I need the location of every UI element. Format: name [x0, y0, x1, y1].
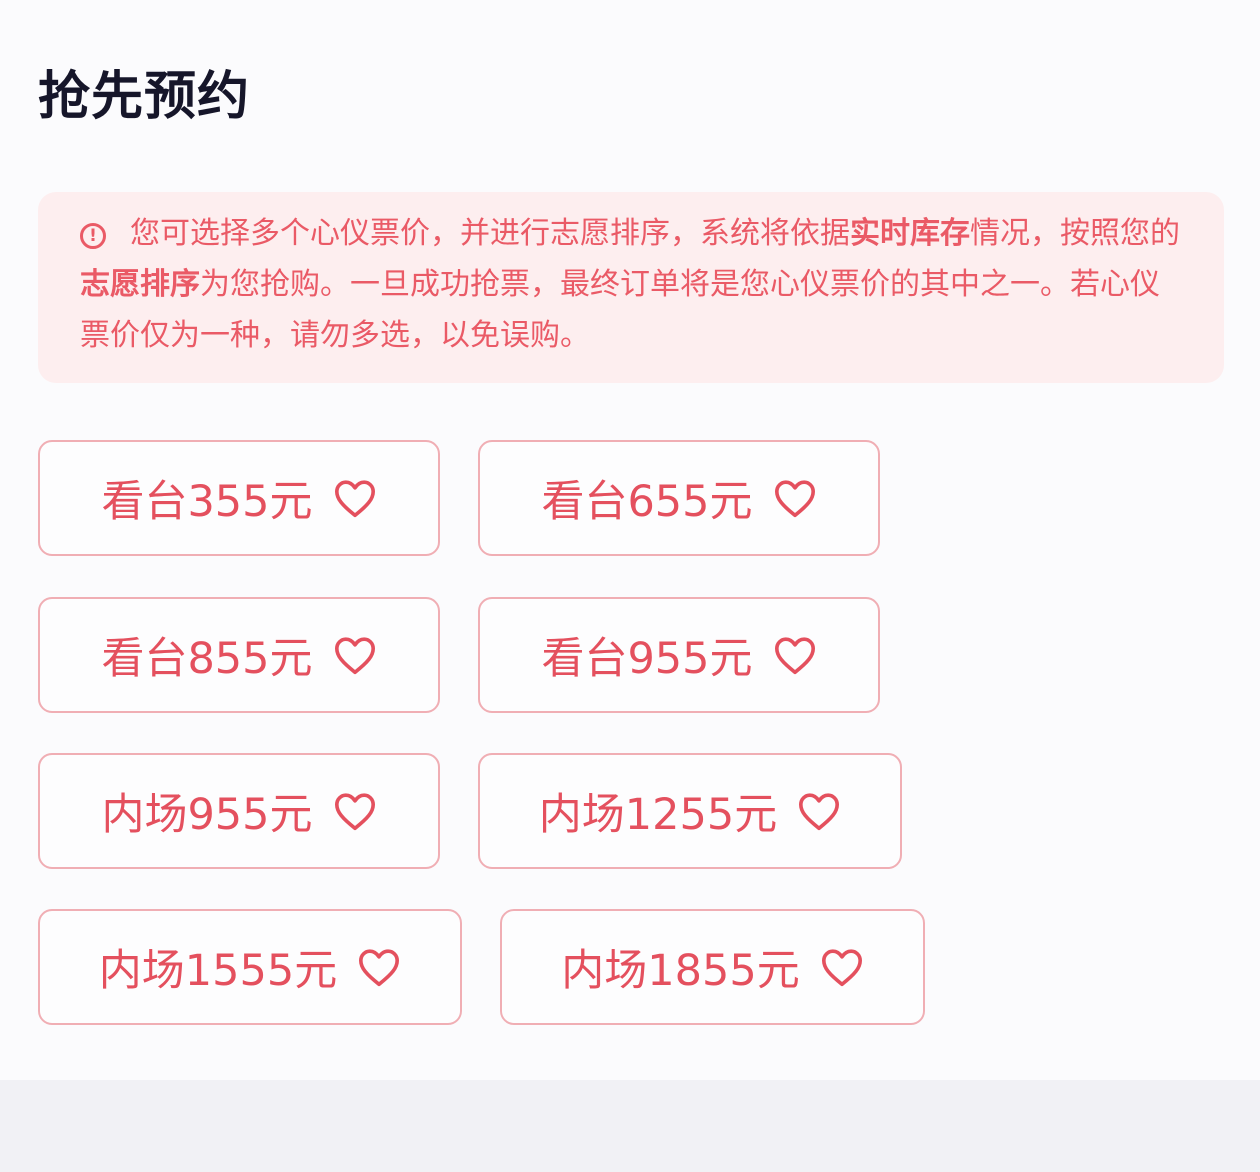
ticket-option-floor-1855[interactable]: 内场1855元: [500, 909, 925, 1025]
ticket-option-floor-1555[interactable]: 内场1555元: [38, 909, 462, 1025]
exclamation-circle-icon: !: [80, 223, 106, 249]
notice-text-before: 您可选择多个心仪票价，并进行志愿排序，系统将依据: [130, 216, 850, 251]
notice-text-middle: 情况，按照您的: [970, 216, 1180, 251]
heart-icon: [797, 791, 841, 831]
heart-icon: [333, 478, 377, 518]
ticket-option-stand-855[interactable]: 看台855元: [38, 597, 440, 713]
ticket-option-floor-955[interactable]: 内场955元: [38, 753, 440, 869]
ticket-option-label: 看台655元: [541, 477, 753, 527]
heart-icon: [773, 478, 817, 518]
page-title: 抢先预约: [38, 67, 251, 127]
heart-icon: [333, 635, 377, 675]
ticket-option-floor-1255[interactable]: 内场1255元: [478, 753, 902, 869]
notice-text-after: 为您抢购。一旦成功抢票，最终订单将是您心仪票价的其中之一。若心仪票价仅为一种，请…: [80, 267, 1160, 353]
notice-emphasis-inventory: 实时库存: [850, 216, 970, 251]
ticket-option-label: 看台355元: [101, 477, 313, 527]
heart-icon: [820, 947, 864, 987]
ticket-option-label: 内场1855元: [561, 946, 800, 996]
ticket-option-label: 内场1255元: [538, 790, 778, 840]
ticket-preorder-panel: 抢先预约 ! 您可选择多个心仪票价，并进行志愿排序，系统将依据实时库存情况，按照您…: [0, 0, 1260, 1080]
ticket-option-label: 内场1555元: [98, 946, 338, 996]
ticket-option-label: 看台955元: [541, 634, 753, 684]
heart-icon: [773, 635, 817, 675]
ticket-option-stand-355[interactable]: 看台355元: [38, 440, 440, 556]
heart-icon: [333, 791, 377, 831]
ticket-option-stand-955[interactable]: 看台955元: [478, 597, 880, 713]
notice-emphasis-ranking: 志愿排序: [80, 267, 200, 302]
ticket-option-label: 看台855元: [101, 634, 313, 684]
heart-icon: [357, 947, 401, 987]
ticket-option-stand-655[interactable]: 看台655元: [478, 440, 880, 556]
ticket-option-label: 内场955元: [101, 790, 313, 840]
notice-box: ! 您可选择多个心仪票价，并进行志愿排序，系统将依据实时库存情况，按照您的志愿排序…: [38, 192, 1224, 383]
